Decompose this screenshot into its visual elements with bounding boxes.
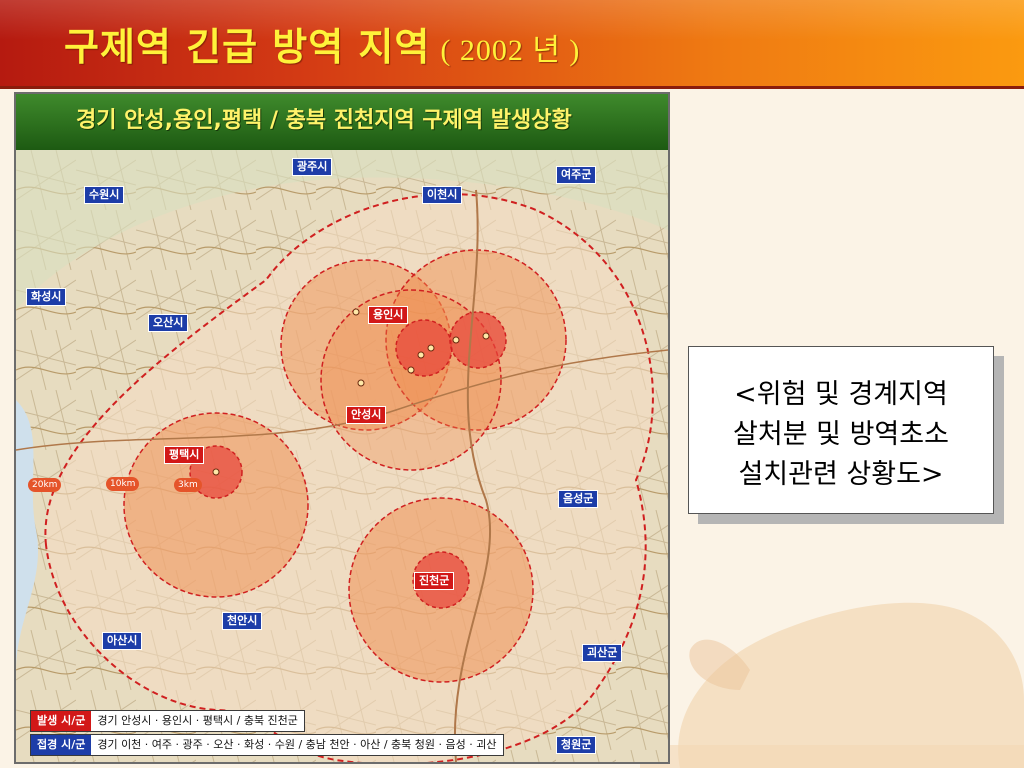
city-label-suwon: 수원시 xyxy=(84,186,125,204)
title-bar: 구제역 긴급 방역 지역 ( 2002 년 ) xyxy=(0,0,1024,86)
note-box: <위험 및 경계지역 살처분 및 방역초소 설치관련 상황도> xyxy=(688,346,994,514)
note-line-1: <위험 및 경계지역 xyxy=(734,379,948,410)
city-label-yeoju: 여주군 xyxy=(556,166,597,184)
map-graphic xyxy=(16,150,668,762)
outbreak-marker xyxy=(427,344,435,352)
legend-occurrence-value: 경기 안성시 · 용인시 · 평택시 / 충북 진천군 xyxy=(97,714,298,727)
legend-adjacent-key: 접경 시/군 xyxy=(31,735,92,755)
note-line-3: 설치관련 상황도> xyxy=(738,459,944,490)
outbreak-marker xyxy=(357,379,365,387)
city-label-gwangju: 광주시 xyxy=(292,158,333,176)
city-label-yongin: 용인시 xyxy=(368,306,409,324)
note-line-2: 살처분 및 방역초소 xyxy=(733,419,949,450)
city-label-goesan: 괴산군 xyxy=(582,644,623,662)
outbreak-marker xyxy=(352,308,360,316)
legend-adjacent: 접경 시/군 경기 이천 · 여주 · 광주 · 오산 · 화성 · 수원 / 충… xyxy=(30,734,504,756)
outbreak-marker xyxy=(212,468,220,476)
page-title: 구제역 긴급 방역 지역 ( 2002 년 ) xyxy=(64,16,580,71)
city-label-osan: 오산시 xyxy=(148,314,189,332)
outbreak-marker xyxy=(417,351,425,359)
city-label-jincheon: 진천군 xyxy=(414,572,455,590)
outbreak-marker xyxy=(452,336,460,344)
map-body: 광주시 여주군 수원시 이천시 화성시 오산시 음성군 천안시 아산시 괴산군 … xyxy=(16,150,668,762)
outbreak-marker xyxy=(407,366,415,374)
city-label-asan: 아산시 xyxy=(102,632,143,650)
city-label-cheonan: 천안시 xyxy=(222,612,263,630)
title-main: 구제역 긴급 방역 지역 xyxy=(64,24,431,69)
legend-occurrence-key: 발생 시/군 xyxy=(31,711,92,731)
zone-10km-pyeongtaek xyxy=(123,412,309,598)
city-label-eumseong: 음성군 xyxy=(558,490,599,508)
pig-silhouette-icon xyxy=(640,602,1024,768)
city-label-cheongwon: 청원군 xyxy=(556,736,597,754)
distance-label-10km: 10km xyxy=(106,477,140,491)
city-label-hwaseong: 화성시 xyxy=(26,288,67,306)
legend-occurrence: 발생 시/군 경기 안성시 · 용인시 · 평택시 / 충북 진천군 xyxy=(30,710,305,732)
outbreak-marker xyxy=(482,332,490,340)
map-header-title: 경기 안성,용인,평택 / 충북 진천지역 구제역 발생상황 xyxy=(76,108,572,133)
title-year: ( 2002 년 ) xyxy=(440,34,581,67)
title-divider xyxy=(0,86,1024,89)
city-label-anseong: 안성시 xyxy=(346,406,387,424)
legend-adjacent-value: 경기 이천 · 여주 · 광주 · 오산 · 화성 · 수원 / 충남 천안 ·… xyxy=(97,738,497,751)
distance-label-20km: 20km xyxy=(28,478,62,492)
city-label-icheon: 이천시 xyxy=(422,186,463,204)
outbreak-map: 경기 안성,용인,평택 / 충북 진천지역 구제역 발생상황 광주시 여주군 수… xyxy=(14,92,670,764)
map-header: 경기 안성,용인,평택 / 충북 진천지역 구제역 발생상황 xyxy=(16,94,668,150)
city-label-pyeongtaek: 평택시 xyxy=(164,446,205,464)
distance-label-3km: 3km xyxy=(174,478,202,492)
zone-3km-yongin-1 xyxy=(395,319,453,377)
